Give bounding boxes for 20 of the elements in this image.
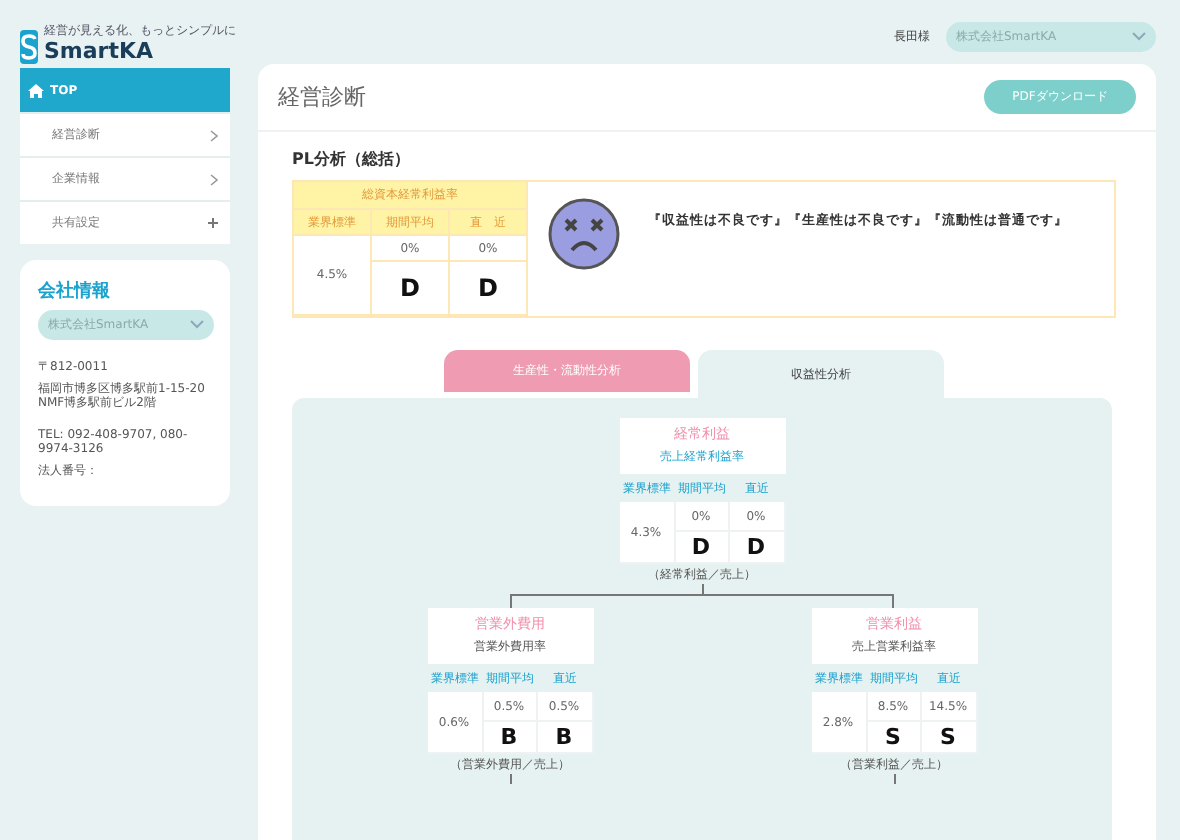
plus-icon [208, 218, 218, 228]
grade-cell: B [483, 722, 537, 754]
company-info-title: 会社情報 [38, 278, 112, 304]
chevron-down-icon [1132, 31, 1146, 41]
section-title: PL分析（総括） [292, 148, 412, 170]
logo-text: SmartKA [44, 40, 156, 64]
grade-cell: D [372, 262, 450, 316]
logo-icon [20, 30, 38, 64]
grade-cell: D [450, 262, 528, 316]
home-icon [28, 83, 44, 97]
grade-cell: D [729, 532, 785, 564]
chevron-right-icon [210, 173, 218, 185]
grade-cell: S [867, 722, 921, 754]
chevron-down-icon [190, 320, 204, 330]
dizzy-face-icon [548, 198, 620, 270]
grade-cell: S [921, 722, 977, 754]
grade-cell: D [675, 532, 729, 564]
grade-cell: B [537, 722, 593, 754]
page-title: 経営診断 [278, 82, 366, 112]
chevron-right-icon [210, 129, 218, 141]
